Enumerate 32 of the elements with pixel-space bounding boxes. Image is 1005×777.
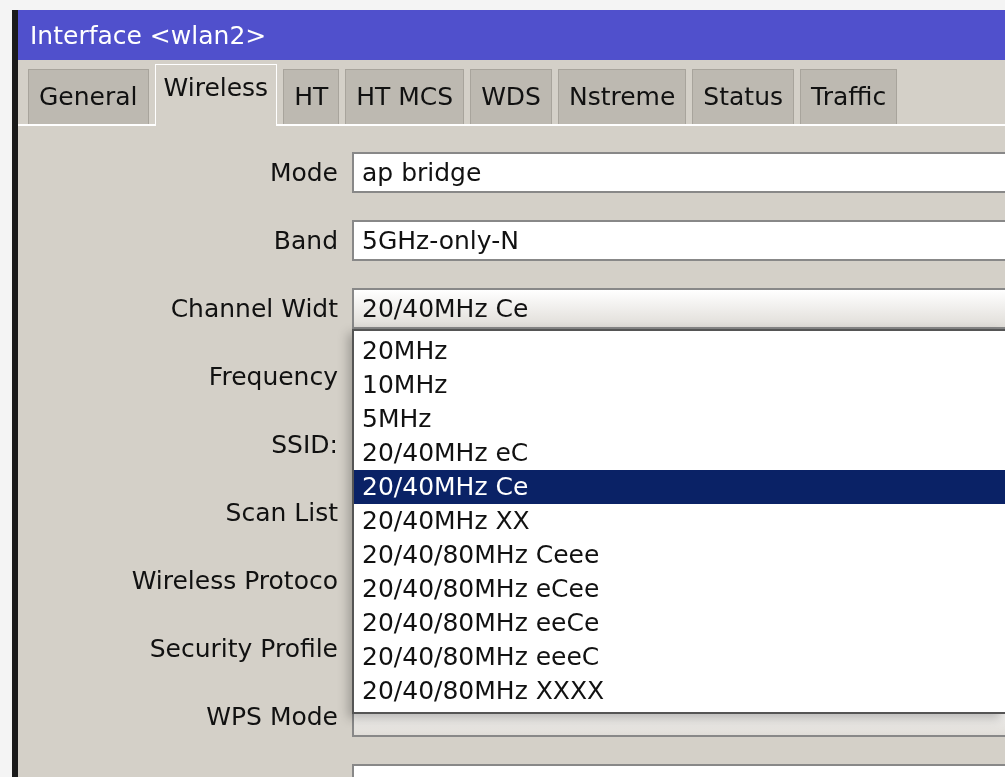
- input-field[interactable]: 5GHz-only-N: [352, 220, 1005, 261]
- field-label: Wireless Protoco: [130, 565, 338, 597]
- dropdown-option[interactable]: 5MHz: [354, 402, 1005, 436]
- tab[interactable]: Nstreme: [558, 69, 687, 124]
- dropdown-option[interactable]: 20/40/80MHz eeeC: [354, 640, 1005, 674]
- dropdown-option[interactable]: 20/40MHz XX: [354, 504, 1005, 538]
- tab[interactable]: Traffic: [800, 69, 898, 124]
- dropdown-option[interactable]: 20/40MHz Ce: [354, 470, 1005, 504]
- window-title: Interface <wlan2>: [18, 10, 1005, 60]
- tab[interactable]: WDS: [470, 69, 552, 124]
- tab[interactable]: HT MCS: [345, 69, 465, 124]
- tab[interactable]: Status: [692, 69, 795, 124]
- dropdown-option[interactable]: 20MHz: [354, 334, 1005, 368]
- dropdown-option[interactable]: 20/40MHz eC: [354, 436, 1005, 470]
- field-label: Mode: [268, 157, 338, 189]
- field-label: Frequency: [207, 361, 338, 393]
- dropdown-option[interactable]: 10MHz: [354, 368, 1005, 402]
- input-field[interactable]: ap bridge: [352, 152, 1005, 193]
- tab[interactable]: General: [28, 69, 149, 124]
- field-label: Band: [272, 225, 338, 257]
- dropdown-option[interactable]: 20/40/80MHz eeCe: [354, 606, 1005, 640]
- field-label: SSID:: [270, 429, 338, 461]
- tab[interactable]: HT: [283, 69, 340, 124]
- field-label: Security Profile: [148, 633, 338, 665]
- dropdown-option[interactable]: 20/40/80MHz eCee: [354, 572, 1005, 606]
- dropdown-field[interactable]: 20/40MHz Ce: [352, 288, 1005, 329]
- dropdown-option[interactable]: 20/40/80MHz XXXX: [354, 674, 1005, 708]
- field-label: Channel Widt: [169, 293, 338, 325]
- field-label: Scan List: [224, 497, 338, 529]
- dropdown-option[interactable]: 20/40/80MHz Ceee: [354, 538, 1005, 572]
- field-label: WPS Mode: [205, 701, 338, 733]
- tab[interactable]: Wireless: [154, 64, 278, 126]
